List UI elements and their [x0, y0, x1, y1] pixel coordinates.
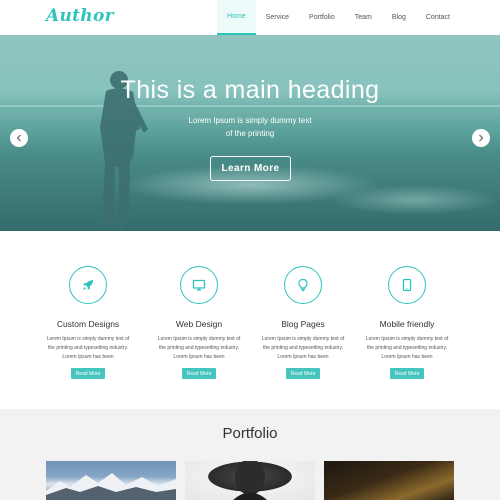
- service-icon-circle: [284, 266, 322, 304]
- mountain-image: [46, 473, 176, 500]
- service-text-line: the printing and typesetting industry.: [263, 345, 343, 351]
- nav-item-portfolio[interactable]: Portfolio: [299, 0, 345, 35]
- service-description: Lorem Ipsum is simply dummy text of the …: [251, 335, 355, 362]
- nav-item-team[interactable]: Team: [345, 0, 382, 35]
- hero-subtext-line: Lorem Ipsum is simply dummy text: [188, 116, 312, 125]
- nav-menu: Home Service Portfolio Team Blog Contact: [217, 0, 460, 35]
- service-title: Mobile friendly: [379, 319, 435, 329]
- slider-prev-button[interactable]: [10, 129, 28, 147]
- service-text-line: the printing and typesetting industry.: [367, 345, 447, 351]
- site-logo[interactable]: Author: [46, 6, 114, 26]
- tablet-icon: [402, 278, 412, 292]
- learn-more-button[interactable]: Learn More: [210, 156, 291, 181]
- monitor-icon: [192, 279, 206, 291]
- service-text-line: Lorem Ipsum is simply dummy text of: [261, 336, 345, 342]
- service-card-blog-pages: Blog Pages Lorem Ipsum is simply dummy t…: [251, 266, 355, 379]
- portfolio-thumb-person[interactable]: [185, 461, 315, 500]
- nav-item-contact[interactable]: Contact: [416, 0, 460, 35]
- hero-subtext-line: of the printing: [225, 129, 275, 138]
- hero-wave: [330, 185, 500, 215]
- service-text-line: Lorem Ipsum is simply dummy text of: [365, 336, 449, 342]
- service-text-line: the printing and typesetting industry.: [159, 345, 239, 351]
- person-image: [233, 461, 267, 500]
- chevron-right-icon: [479, 134, 484, 142]
- nav-item-home[interactable]: Home: [217, 0, 256, 35]
- portfolio-section: Portfolio: [0, 409, 500, 500]
- service-text-line: Lorem Ipsum has been: [173, 354, 225, 360]
- service-card-web-design: Web Design Lorem Ipsum is simply dummy t…: [147, 266, 251, 379]
- service-title: Blog Pages: [281, 319, 325, 329]
- service-icon-circle: [180, 266, 218, 304]
- portfolio-thumb-mountains[interactable]: [46, 461, 176, 500]
- service-description: Lorem Ipsum is simply dummy text of the …: [355, 335, 459, 362]
- hero-subtext: Lorem Ipsum is simply dummy text of the …: [175, 114, 325, 140]
- rocket-icon: [83, 280, 93, 290]
- service-icon-circle: [69, 266, 107, 304]
- hero-horizon: [0, 105, 500, 107]
- chevron-left-icon: [16, 134, 21, 142]
- service-title: Web Design: [175, 319, 223, 329]
- service-text-line: Lorem Ipsum has been: [277, 354, 329, 360]
- slider-next-button[interactable]: [472, 129, 490, 147]
- service-text-line: the printing and typesetting industry.: [48, 345, 128, 351]
- hero-slider: This is a main heading Lorem Ipsum is si…: [0, 35, 500, 231]
- service-text-line: Lorem Ipsum is simply dummy text of: [157, 336, 241, 342]
- service-description: Lorem Ipsum is simply dummy text of the …: [36, 335, 140, 362]
- top-navbar: Author Home Service Portfolio Team Blog …: [0, 0, 500, 35]
- service-icon-circle: [388, 266, 426, 304]
- read-more-button[interactable]: Read More: [182, 368, 216, 379]
- service-card-custom-designs: Custom Designs Lorem Ipsum is simply dum…: [36, 266, 140, 379]
- hero-heading: This is a main heading: [120, 76, 380, 104]
- portfolio-thumb-dark-photo[interactable]: [324, 461, 454, 500]
- read-more-button[interactable]: Read More: [71, 368, 105, 379]
- service-text-line: Lorem Ipsum is simply dummy text of: [46, 336, 130, 342]
- read-more-button[interactable]: Read More: [286, 368, 320, 379]
- service-description: Lorem Ipsum is simply dummy text of the …: [147, 335, 251, 362]
- read-more-button[interactable]: Read More: [390, 368, 424, 379]
- service-text-line: Lorem Ipsum has been: [381, 354, 433, 360]
- portfolio-heading: Portfolio: [222, 425, 278, 442]
- nav-item-service[interactable]: Service: [256, 0, 299, 35]
- service-title: Custom Designs: [56, 319, 120, 329]
- service-text-line: Lorem Ipsum has been: [62, 354, 114, 360]
- service-card-mobile-friendly: Mobile friendly Lorem Ipsum is simply du…: [355, 266, 459, 379]
- nav-item-blog[interactable]: Blog: [382, 0, 416, 35]
- lightbulb-icon: [298, 278, 308, 292]
